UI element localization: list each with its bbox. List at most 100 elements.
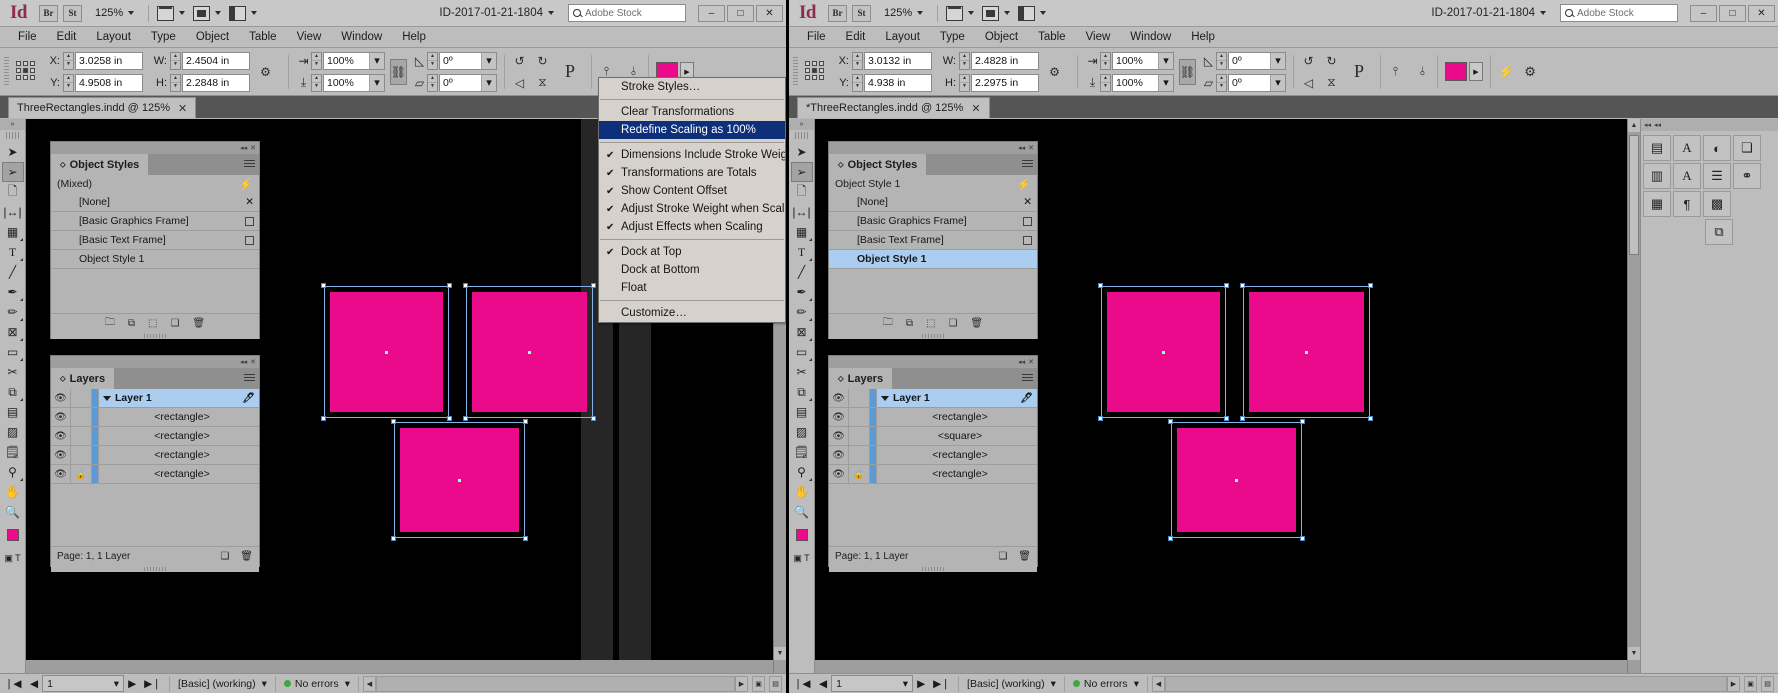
layers-item-row[interactable]: 👁 <rectangle> [829,446,1037,465]
effects-icon[interactable]: ⚭ [1733,163,1761,189]
character-styles-icon[interactable]: A [1673,135,1701,161]
layer-row-layer1[interactable]: 👁 Layer 1 🖊 [51,389,259,408]
x-stepper[interactable]: ▲ ▼ [852,51,863,70]
zoom-level-dropdown[interactable]: 125% [95,7,135,19]
toolbox-collapse-button[interactable]: » [789,119,814,130]
menu-object[interactable]: Object [186,27,239,48]
collapse-icon[interactable]: ◂◂ [1018,144,1025,152]
vertical-scrollbar-right[interactable]: ▲ ▼ [1627,119,1640,673]
panel-menu-icon[interactable] [244,374,255,382]
new-style-icon[interactable]: ❏ [948,318,957,329]
preview-view-icon[interactable]: ▤ [769,675,782,692]
color-icon[interactable]: ◐ [1703,135,1731,161]
fill-stroke-proxy[interactable] [2,522,24,548]
w-field[interactable]: 2.4504 in [182,51,250,70]
w-stepper[interactable]: ▲ ▼ [959,51,970,70]
control-panel-flyout-menu[interactable]: Stroke Styles… Clear Transformations Red… [598,77,786,323]
tab-object-styles[interactable]: ⬦ Object Styles [51,154,149,175]
toolbox-grip[interactable] [5,132,20,139]
scroll-thumb[interactable] [1629,135,1639,255]
rectangle-tool[interactable]: ▭ [791,342,813,362]
new-group-icon[interactable]: 🗀 [105,315,115,332]
x-stepper[interactable]: ▲ ▼ [63,51,74,70]
h-field[interactable]: 2.2848 in [182,73,250,92]
menu-item-transformations-are-totals[interactable]: ✔ Transformations are Totals [599,164,785,182]
page-nav-last[interactable]: ▶❘ [929,675,954,692]
reference-point-selector[interactable] [16,60,38,83]
menu-item-redefine-scaling-as-100[interactable]: Redefine Scaling as 100% [599,121,785,139]
page-nav-first[interactable]: ❘◀ [0,675,26,692]
layers-icon[interactable]: ▥ [1643,163,1671,189]
view-options-dropdown[interactable] [193,5,222,21]
layers-item-row[interactable]: 👁 <rectangle> [829,408,1037,427]
scroll-right-button[interactable]: ▶ [1727,675,1740,692]
eyedropper-tool[interactable]: ⚲ [791,462,813,482]
page-nav-first[interactable]: ❘◀ [789,675,815,692]
menu-item-adjust-effects-when-scaling[interactable]: ✔ Adjust Effects when Scaling [599,218,785,236]
layers-item-row[interactable]: 👁 🔒 <rectangle> [51,465,259,484]
new-layer-icon[interactable]: ❏ [998,551,1007,562]
constrain-scale-link-button[interactable]: ⛓ [390,58,407,85]
menu-view[interactable]: View [1076,27,1121,48]
gradient-swatch-tool[interactable]: ▤ [791,402,813,422]
gap-tool[interactable]: |↔| [791,202,813,222]
rectangle-top-right[interactable] [1240,283,1373,421]
menu-type[interactable]: Type [930,27,975,48]
page-tool[interactable]: 🗋 [2,182,24,202]
scale-x-combo[interactable]: 100% ▾ [323,51,385,70]
page-nav-prev[interactable]: ◀ [26,675,42,692]
flip-vertical-icon[interactable]: ⧖ [1324,75,1339,90]
rotate-stepper[interactable]: ▲ ▼ [427,51,438,70]
stroke-icon[interactable]: ☰ [1703,163,1731,189]
fill-color-swatch[interactable] [1445,62,1467,81]
expand-icon[interactable]: ◂◂ [1644,121,1651,129]
page-nav-last[interactable]: ▶❘ [140,675,165,692]
menu-item-dock-at-top[interactable]: ✔ Dock at Top [599,243,785,261]
rotate-stepper[interactable]: ▲ ▼ [1216,51,1227,70]
scroll-right-button[interactable]: ▶ [735,675,748,692]
close-button[interactable]: ✕ [1748,4,1775,22]
menu-layout[interactable]: Layout [86,27,141,48]
page-nav-prev[interactable]: ◀ [815,675,831,692]
distribute-icon[interactable]: ⫰ [1415,64,1430,79]
minimize-button[interactable]: – [1690,4,1717,22]
shear-stepper[interactable]: ▲ ▼ [427,73,438,92]
menu-item-dock-at-bottom[interactable]: Dock at Bottom [599,261,785,279]
object-states-icon[interactable]: ▩ [1703,191,1731,217]
scroll-up-arrow[interactable]: ▲ [1628,119,1640,132]
chevron-down-icon[interactable] [103,395,111,401]
rectangle-tool[interactable]: ▭ [2,342,24,362]
shear-stepper[interactable]: ▲ ▼ [1216,73,1227,92]
adobe-stock-search-input[interactable]: Adobe Stock [1560,4,1678,22]
clear-overrides-icon[interactable]: ⧉ [128,318,135,329]
rectangle-frame-tool[interactable]: ⊠ [791,322,813,342]
gradient-feather-tool[interactable]: ▨ [791,422,813,442]
panel-resize-grip[interactable] [51,332,259,339]
pen-tool[interactable]: ✒ [2,282,24,302]
menu-object[interactable]: Object [975,27,1028,48]
rotate-ccw-icon[interactable]: ↺ [1301,53,1316,68]
page-nav-next[interactable]: ▶ [913,675,929,692]
flip-horizontal-icon[interactable]: ◁ [1301,75,1316,90]
close-icon[interactable]: ✕ [250,144,256,152]
menu-item-float[interactable]: Float [599,279,785,297]
workspace-switcher[interactable]: ID-2017-01-21-1804 [1431,7,1546,19]
menu-help[interactable]: Help [1181,27,1225,48]
clear-attributes-icon[interactable]: ⬚ [926,318,935,329]
rotate-cw-icon[interactable]: ↻ [1324,53,1339,68]
lock-toggle[interactable]: 🔒 [71,465,92,483]
type-tool[interactable]: T [791,242,813,262]
visibility-toggle[interactable]: 👁 [829,408,849,426]
menu-item-stroke-styles[interactable]: Stroke Styles… [599,78,785,96]
rotate-combo[interactable]: 0º ▾ [439,51,497,70]
menu-item-show-content-offset[interactable]: ✔ Show Content Offset [599,182,785,200]
minimize-button[interactable]: – [698,4,725,22]
style-row-basic-graphics-frame[interactable]: [Basic Graphics Frame] [51,212,259,231]
menu-file[interactable]: File [797,27,836,48]
gap-tool[interactable]: |↔| [2,202,24,222]
y-field[interactable]: 4.9508 in [75,73,143,92]
direct-selection-tool[interactable]: ➢ [1,162,24,182]
menu-edit[interactable]: Edit [836,27,876,48]
quick-apply-icon[interactable]: ⚡ [1498,64,1514,80]
lock-toggle[interactable] [71,446,92,464]
